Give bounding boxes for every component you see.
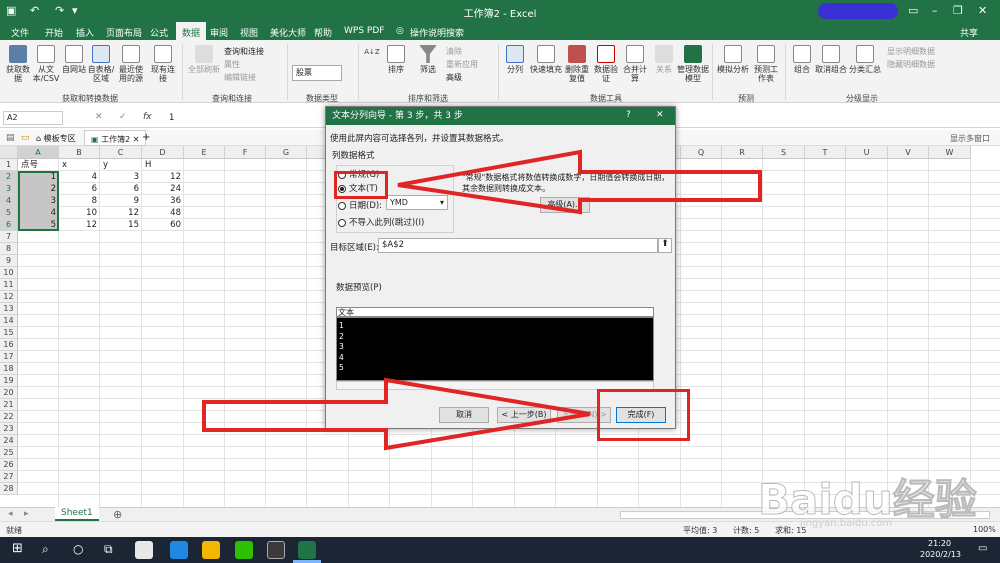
arrow-to-text-option: [397, 149, 762, 215]
arrow-to-finish-button: [202, 377, 591, 451]
watermark-url: jingyan.baidu.com: [800, 518, 893, 529]
